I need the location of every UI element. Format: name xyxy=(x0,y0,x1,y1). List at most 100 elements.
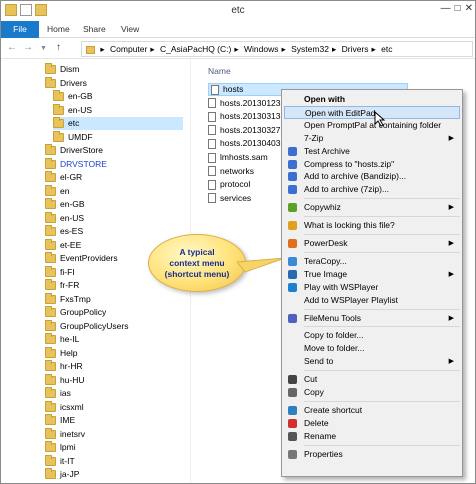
menu-item-label: Copy xyxy=(304,387,324,397)
tree-item[interactable]: GroupPolicy xyxy=(45,306,106,319)
menu-item[interactable]: Open PromptPal at containing folder xyxy=(284,119,460,132)
tree-item[interactable]: IME xyxy=(45,414,75,427)
menu-item-label: What is locking this file? xyxy=(304,220,395,231)
menu-item[interactable]: Copy xyxy=(284,386,460,399)
tree-item[interactable]: ias xyxy=(45,387,71,400)
menu-item[interactable]: Compress to "hosts.zip" xyxy=(284,158,460,171)
tree-item[interactable]: it-IT xyxy=(45,454,75,468)
menu-separator xyxy=(304,370,460,372)
tab-share[interactable]: Share xyxy=(83,21,106,38)
folder-icon xyxy=(86,45,95,54)
tree-item[interactable]: Drivers xyxy=(45,76,87,90)
menu-item[interactable]: Send to ▶ xyxy=(284,355,460,368)
breadcrumb-item[interactable]: C_AsiaPacHQ (C:) xyxy=(160,44,231,54)
tree-item[interactable]: Help xyxy=(45,346,77,360)
file-item[interactable]: protocol xyxy=(208,178,250,191)
file-item[interactable]: hosts.20130313-0 xyxy=(208,110,288,123)
tree-item[interactable]: el-GR xyxy=(45,171,82,184)
breadcrumb-item[interactable]: System32 xyxy=(291,44,329,54)
menu-item[interactable]: Copy to folder... xyxy=(284,329,460,342)
file-name: networks xyxy=(220,165,255,176)
tree-item[interactable]: DriverStore xyxy=(45,144,103,157)
menu-item[interactable]: What is locking this file? xyxy=(284,219,460,232)
tree-item[interactable]: es-ES xyxy=(45,225,83,238)
menu-item[interactable]: Add to archive (Bandizip)... xyxy=(284,170,460,183)
menu-item[interactable]: 7-Zip ▶ xyxy=(284,132,460,145)
tree-item[interactable]: en-US xyxy=(53,103,93,117)
file-item[interactable]: networks xyxy=(208,165,254,178)
tree-item[interactable]: lpmi xyxy=(45,441,76,454)
menu-item[interactable]: Rename xyxy=(284,430,460,443)
menu-item[interactable]: Test Archive xyxy=(284,145,460,158)
back-icon[interactable]: ← xyxy=(7,42,17,53)
menu-item[interactable]: Create shortcut xyxy=(284,404,460,417)
forward-icon[interactable]: → xyxy=(23,42,33,53)
tree-item[interactable]: fi-FI xyxy=(45,265,75,279)
folder-icon xyxy=(45,346,56,358)
menu-item[interactable]: TeraCopy... xyxy=(284,255,460,268)
folder-icon xyxy=(45,171,56,182)
menu-item[interactable]: FileMenu Tools ▶ xyxy=(284,312,460,325)
tree-item[interactable]: UMDF xyxy=(53,130,93,144)
minimize-icon[interactable]: — xyxy=(441,3,451,14)
menu-item[interactable]: Open with xyxy=(284,93,460,106)
properties-icon xyxy=(288,449,297,459)
tree-item-label: en-US xyxy=(68,104,93,115)
menu-item[interactable]: PowerDesk ▶ xyxy=(284,237,460,250)
tree-item[interactable]: icsxml xyxy=(45,400,84,414)
maximize-icon[interactable]: □ xyxy=(455,3,461,14)
menu-item[interactable]: Cut xyxy=(284,373,460,386)
tree-item[interactable]: ja-JP xyxy=(45,468,79,481)
folder-icon xyxy=(45,319,56,331)
delete-icon xyxy=(288,418,297,428)
up-icon[interactable]: ↑ xyxy=(56,42,61,53)
menu-item[interactable]: Open with EditPad xyxy=(284,105,460,119)
tab-view[interactable]: View xyxy=(121,21,139,38)
tree-item[interactable]: GroupPolicyUsers xyxy=(45,319,129,333)
breadcrumb-item[interactable]: Computer xyxy=(110,44,147,54)
tree-item[interactable]: etc xyxy=(53,117,183,130)
menu-item[interactable]: Add to archive (7zip)... xyxy=(284,183,460,196)
menu-item[interactable]: Copywhiz ▶ xyxy=(284,201,460,214)
file-item[interactable]: lmhosts.sam xyxy=(208,151,268,164)
tree-item[interactable]: en-GB xyxy=(53,90,93,103)
menu-separator xyxy=(304,234,460,235)
menu-item[interactable]: Properties xyxy=(284,448,460,461)
file-item[interactable]: hosts.20130403-0 xyxy=(208,137,288,150)
tree-item[interactable]: FxsTmp xyxy=(45,292,91,306)
tree-item[interactable]: Dism xyxy=(45,63,79,76)
lock-icon xyxy=(288,221,297,231)
tree-item[interactable]: et-EE xyxy=(45,238,81,252)
tree-item[interactable]: DRVSTORE xyxy=(45,157,107,171)
column-header-name[interactable]: Name xyxy=(208,66,231,76)
chevron-down-icon[interactable]: ▼ xyxy=(40,45,47,52)
menu-item[interactable]: Delete xyxy=(284,417,460,430)
tree-item[interactable]: inetsrv xyxy=(45,427,85,441)
tab-home[interactable]: Home xyxy=(47,21,70,38)
file-item[interactable]: services xyxy=(208,192,251,205)
tab-file[interactable]: File xyxy=(1,21,39,38)
menu-item[interactable]: Add to WSPlayer Playlist xyxy=(284,294,460,307)
submenu-arrow-icon: ▶ xyxy=(448,358,454,366)
tree-item[interactable]: en-US xyxy=(45,211,84,225)
tree-item[interactable]: he-IL xyxy=(45,333,79,346)
window-title: etc xyxy=(231,5,245,16)
folder-icon xyxy=(53,117,64,128)
breadcrumb-item[interactable]: Drivers xyxy=(342,44,369,54)
tree-item[interactable]: fr-FR xyxy=(45,279,79,292)
tree-item[interactable]: en xyxy=(45,184,69,198)
breadcrumb-item[interactable]: etc xyxy=(381,44,392,54)
folder-icon xyxy=(45,387,56,398)
tree-item[interactable]: hu-HU xyxy=(45,373,85,387)
tree-item[interactable]: hr-HR xyxy=(45,360,83,373)
tree-item-label: ja-JP xyxy=(60,469,80,479)
menu-item[interactable]: Play with WSPlayer xyxy=(284,281,460,294)
breadcrumb[interactable]: ▸ Computer ▸ C_AsiaPacHQ (C:) ▸ Windows ▸ S… xyxy=(81,41,473,57)
menu-item[interactable]: Move to folder... xyxy=(284,342,460,355)
tree-item[interactable]: EventProviders xyxy=(45,252,118,265)
archive-icon xyxy=(288,146,297,156)
breadcrumb-item[interactable]: Windows xyxy=(244,44,278,54)
close-icon[interactable]: ✕ xyxy=(465,3,473,14)
tree-item[interactable]: en-GB xyxy=(45,198,85,211)
menu-item[interactable]: True Image ▶ xyxy=(284,268,460,281)
